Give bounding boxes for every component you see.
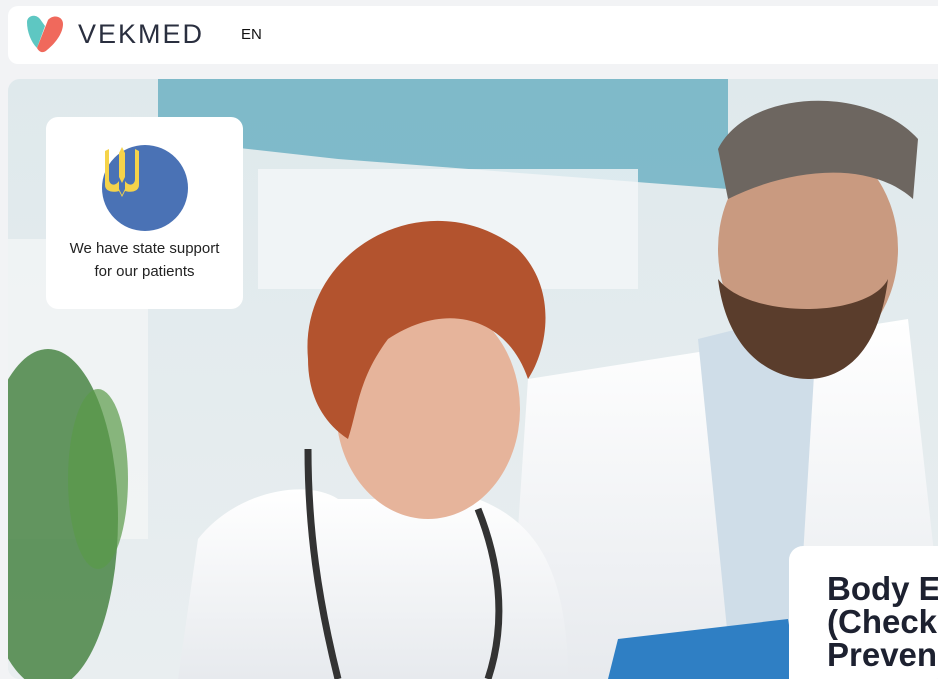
state-support-line2: for our patients [94,263,195,280]
language-selector[interactable]: EN [241,26,262,43]
service-card[interactable]: Body Ex (Check Preven [789,546,938,679]
ukraine-trident-icon [102,145,188,231]
service-title: Body Ex (Check Preven [827,570,938,673]
site-header: VEKMED EN [8,6,938,64]
state-support-line1: We have state support [69,240,220,257]
state-support-text: We have state support for our patients [46,237,243,283]
hero-banner: We have state support for our patients B… [8,79,938,679]
brand-name[interactable]: VEKMED [78,19,204,50]
vekmed-logo-icon[interactable] [23,14,67,54]
state-support-card: We have state support for our patients [46,117,243,309]
